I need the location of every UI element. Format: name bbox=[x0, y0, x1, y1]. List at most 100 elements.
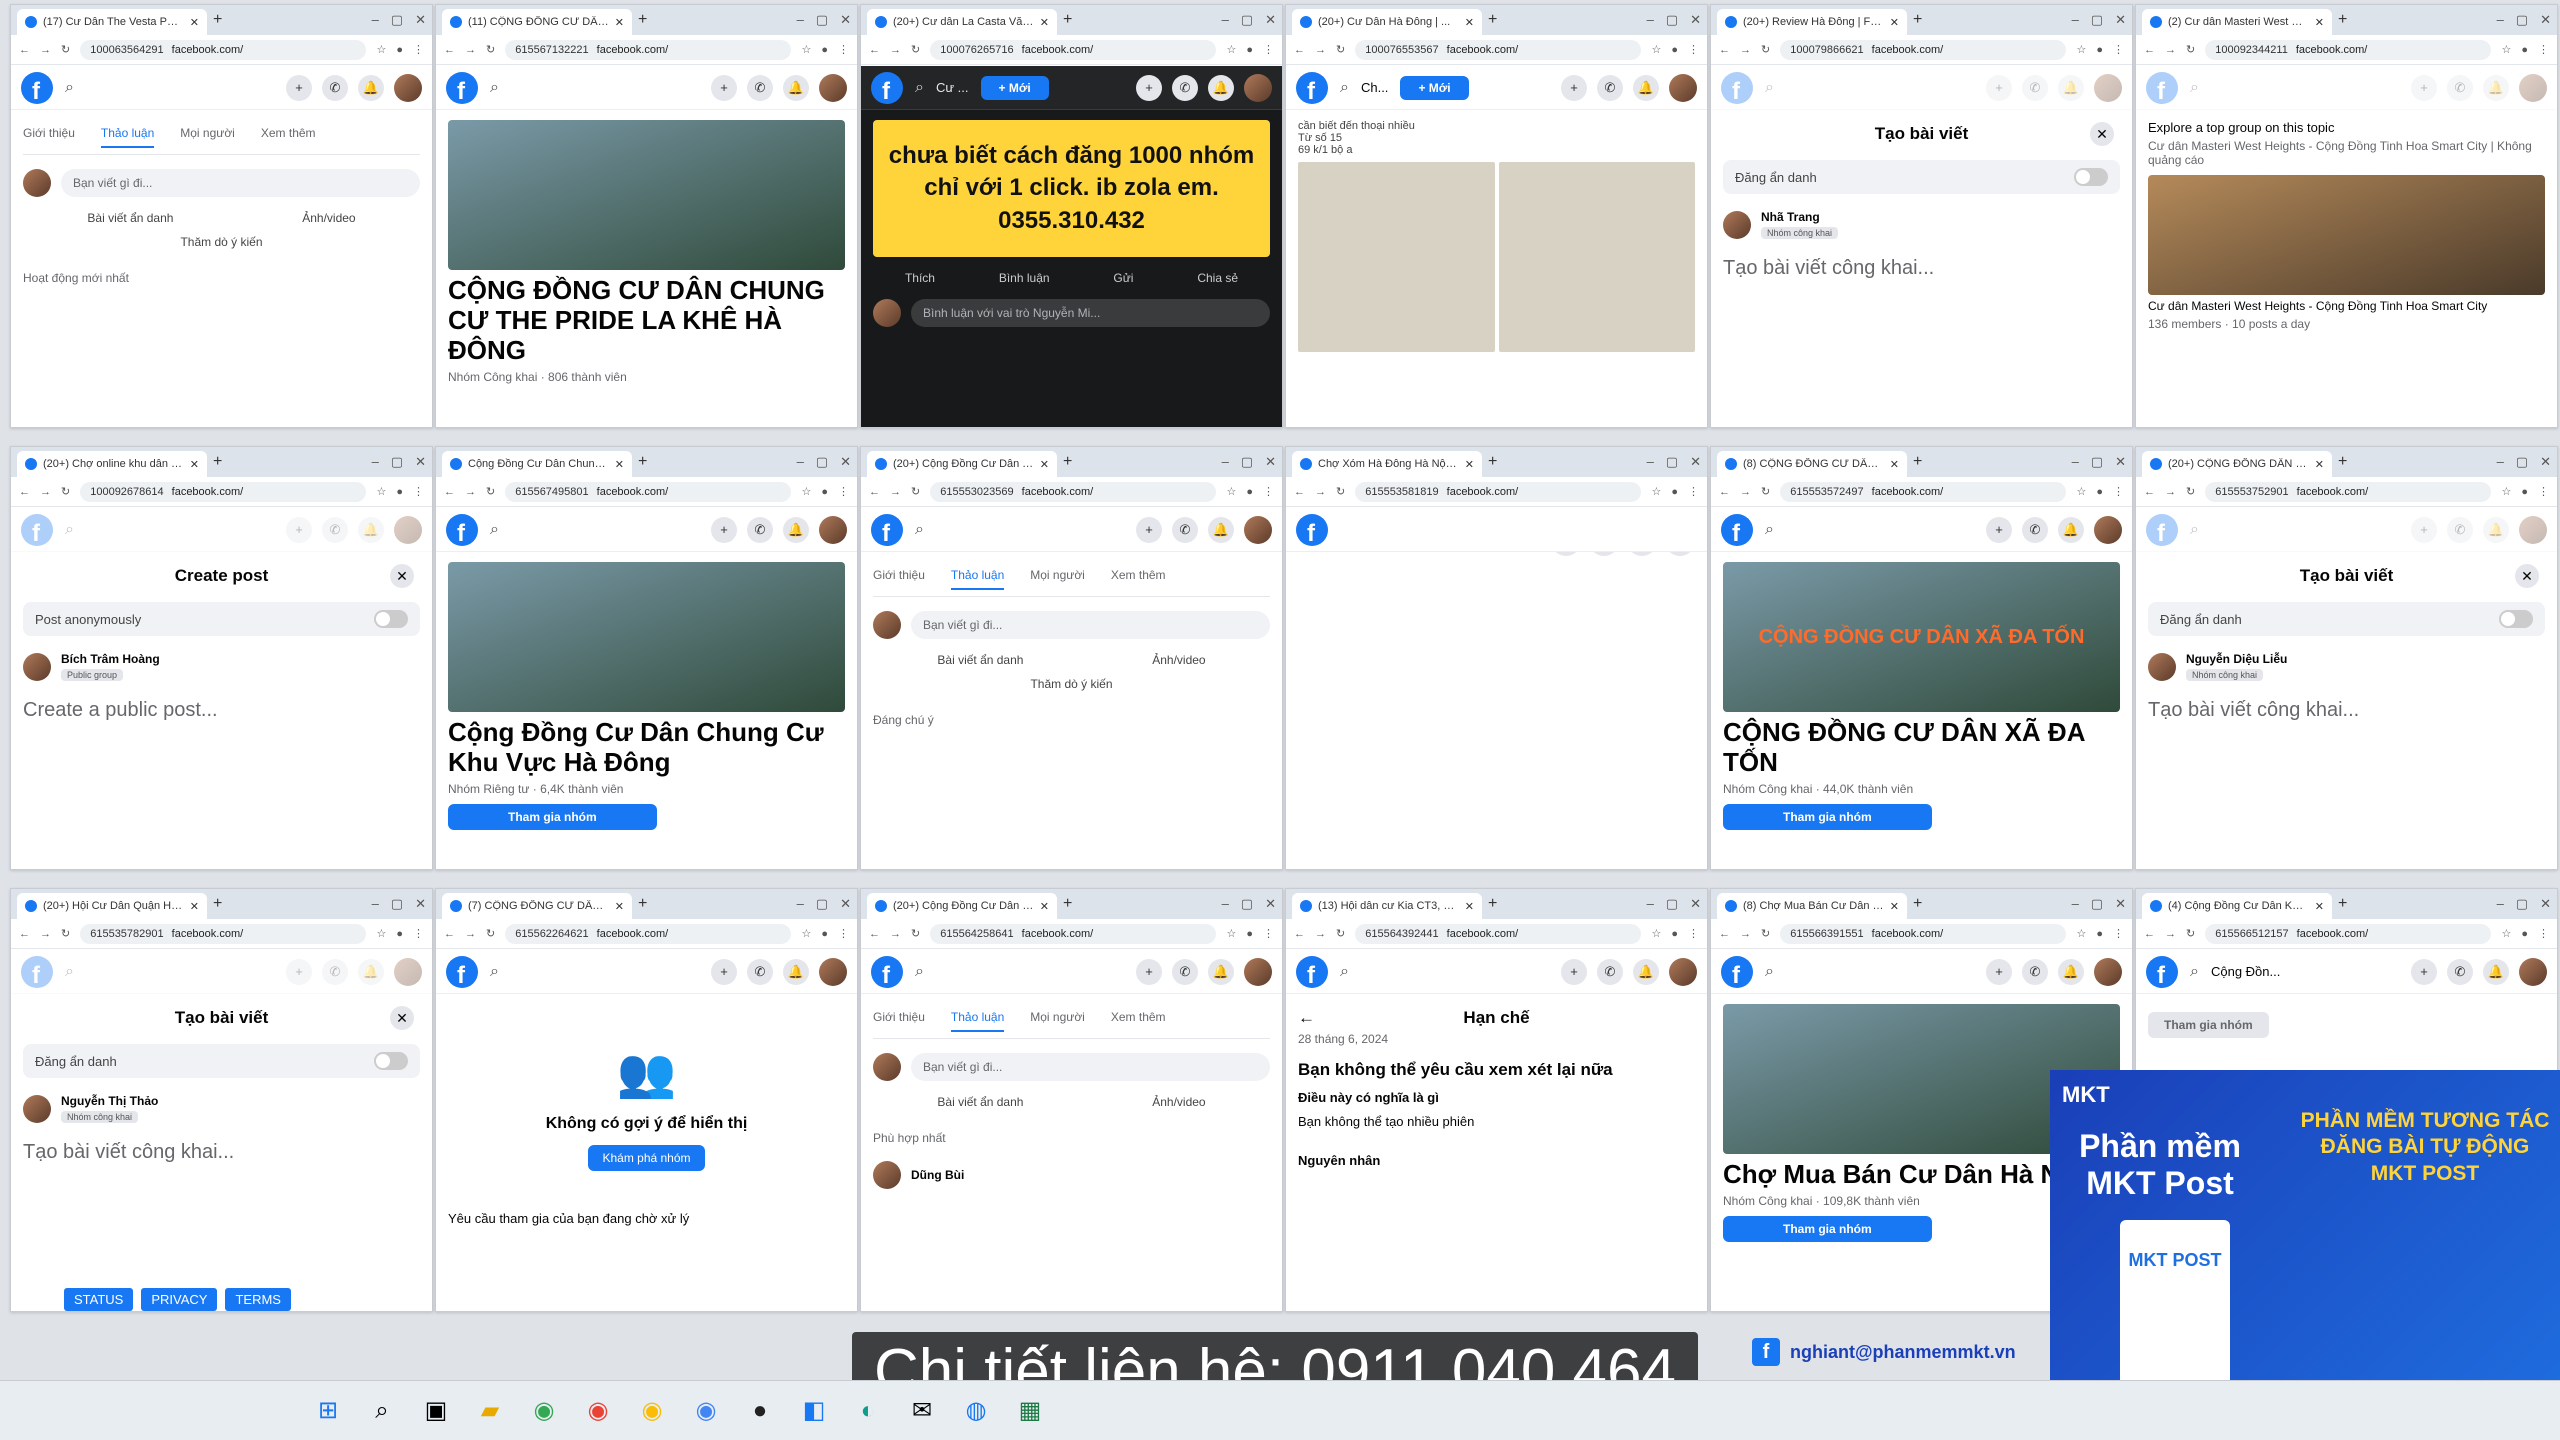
post-action-3[interactable]: Chia sẻ bbox=[1197, 271, 1238, 285]
close-window-icon[interactable]: ✕ bbox=[2540, 896, 2551, 912]
create-icon[interactable]: + bbox=[286, 516, 312, 543]
task-view-icon[interactable]: ▣ bbox=[418, 1393, 454, 1429]
reload-icon[interactable]: ↻ bbox=[61, 485, 70, 498]
back-icon[interactable]: ← bbox=[19, 486, 30, 498]
maximize-icon[interactable]: ▢ bbox=[1666, 896, 1678, 912]
avatar[interactable] bbox=[2519, 957, 2547, 986]
search-icon[interactable]: ⌕ bbox=[2190, 521, 2199, 539]
maximize-icon[interactable]: ▢ bbox=[2516, 12, 2528, 28]
facebook-logo-icon[interactable]: f bbox=[446, 71, 478, 104]
browser-tab[interactable]: (20+) Cư Dân Hà Đông | ... ✕ bbox=[1292, 9, 1482, 35]
forward-icon[interactable]: → bbox=[1315, 486, 1326, 498]
close-window-icon[interactable]: ✕ bbox=[2115, 12, 2126, 28]
back-icon[interactable]: ← bbox=[1294, 928, 1305, 940]
facebook-logo-icon[interactable]: f bbox=[1296, 955, 1328, 988]
url-field[interactable]: 615553023569 facebook.com/ bbox=[930, 481, 1217, 502]
bookmark-star-icon[interactable]: ☆ bbox=[2501, 485, 2511, 498]
close-tab-icon[interactable]: ✕ bbox=[190, 458, 199, 471]
edge-icon[interactable]: ◐ bbox=[850, 1393, 886, 1429]
profile-icon[interactable]: ● bbox=[396, 928, 403, 940]
forward-icon[interactable]: → bbox=[1740, 486, 1751, 498]
browser-tab[interactable]: (20+) Cộng Đồng Cư Dân Khu ✕ bbox=[867, 893, 1057, 919]
join-group-button[interactable]: Tham gia nhóm bbox=[2148, 1012, 2269, 1038]
maximize-icon[interactable]: ▢ bbox=[1666, 454, 1678, 470]
maximize-icon[interactable]: ▢ bbox=[1666, 12, 1678, 28]
avatar[interactable] bbox=[2094, 515, 2122, 544]
excel-icon[interactable]: ▦ bbox=[1012, 1393, 1048, 1429]
join-group-button[interactable]: Tham gia nhóm bbox=[1723, 1215, 1932, 1242]
maximize-icon[interactable]: ▢ bbox=[2091, 896, 2103, 912]
profile-icon[interactable]: ● bbox=[396, 44, 403, 56]
photo-video-button[interactable]: Ảnh/video bbox=[1152, 1095, 1205, 1109]
minimize-icon[interactable]: – bbox=[797, 896, 804, 912]
bookmark-star-icon[interactable]: ☆ bbox=[1651, 927, 1661, 940]
close-window-icon[interactable]: ✕ bbox=[415, 12, 426, 28]
bookmark-star-icon[interactable]: ☆ bbox=[376, 43, 386, 56]
back-icon[interactable]: ← bbox=[869, 44, 880, 56]
profile-icon[interactable]: ● bbox=[1671, 486, 1678, 498]
forward-icon[interactable]: → bbox=[890, 486, 901, 498]
store-icon[interactable]: ◧ bbox=[796, 1393, 832, 1429]
new-tab-icon[interactable]: + bbox=[1488, 453, 1497, 471]
close-tab-icon[interactable]: ✕ bbox=[1040, 900, 1049, 913]
close-icon[interactable]: ✕ bbox=[2090, 122, 2114, 146]
chrome-profile-2-icon[interactable]: ◉ bbox=[634, 1393, 670, 1429]
poll-button[interactable]: Thăm dò ý kiến bbox=[873, 677, 1270, 691]
new-post-button[interactable]: + Mới bbox=[980, 75, 1049, 100]
minimize-icon[interactable]: – bbox=[2072, 896, 2079, 912]
avatar[interactable] bbox=[819, 957, 847, 986]
tab-2[interactable]: Mọi người bbox=[180, 126, 235, 148]
facebook-logo-icon[interactable]: f bbox=[446, 955, 478, 988]
notifications-icon[interactable]: 🔔 bbox=[783, 74, 809, 101]
browser-tab[interactable]: (13) Hội dân cư Kia CT3, Xala ✕ bbox=[1292, 893, 1482, 919]
facebook-logo-icon[interactable]: f bbox=[1721, 955, 1753, 988]
menu-dots-icon[interactable]: ⋮ bbox=[2113, 927, 2124, 940]
notifications-icon[interactable]: 🔔 bbox=[1208, 516, 1234, 543]
minimize-icon[interactable]: – bbox=[2497, 12, 2504, 28]
close-window-icon[interactable]: ✕ bbox=[415, 454, 426, 470]
back-icon[interactable]: ← bbox=[1719, 44, 1730, 56]
minimize-icon[interactable]: – bbox=[797, 12, 804, 28]
browser-tab[interactable]: (20+) Cộng Đồng Cư Dân The ✕ bbox=[867, 451, 1057, 477]
browser-tab[interactable]: (20+) Chợ online khu dân cư Vă ✕ bbox=[17, 451, 207, 477]
post-composer[interactable]: Bạn viết gì đi... bbox=[23, 169, 420, 197]
minimize-icon[interactable]: – bbox=[1647, 896, 1654, 912]
photo-video-button[interactable]: Ảnh/video bbox=[1152, 653, 1205, 667]
anonymous-toggle[interactable] bbox=[374, 610, 408, 628]
facebook-logo-icon[interactable]: f bbox=[1296, 71, 1328, 104]
create-icon[interactable]: + bbox=[1136, 958, 1162, 985]
create-icon[interactable]: + bbox=[1986, 516, 2012, 543]
facebook-logo-icon[interactable]: f bbox=[871, 955, 903, 988]
bookmark-star-icon[interactable]: ☆ bbox=[801, 485, 811, 498]
facebook-logo-icon[interactable]: f bbox=[2146, 955, 2178, 988]
facebook-logo-icon[interactable]: f bbox=[21, 955, 53, 988]
search-icon[interactable]: ⌕ bbox=[1340, 963, 1349, 981]
bookmark-star-icon[interactable]: ☆ bbox=[2501, 43, 2511, 56]
post-textarea[interactable]: Tạo bài viết công khai... bbox=[23, 1141, 420, 1164]
create-icon[interactable]: + bbox=[1561, 74, 1587, 101]
close-tab-icon[interactable]: ✕ bbox=[1040, 458, 1049, 471]
facebook-logo-icon[interactable]: f bbox=[1721, 513, 1753, 546]
close-tab-icon[interactable]: ✕ bbox=[1465, 16, 1474, 29]
bookmark-star-icon[interactable]: ☆ bbox=[801, 927, 811, 940]
messenger-icon[interactable]: ✆ bbox=[1597, 74, 1623, 101]
tab-2[interactable]: Mọi người bbox=[1030, 568, 1085, 590]
search-icon[interactable]: ⌕ bbox=[364, 1393, 400, 1429]
browser-icon[interactable]: ◍ bbox=[958, 1393, 994, 1429]
back-icon[interactable]: ← bbox=[1294, 486, 1305, 498]
search-icon[interactable]: ⌕ bbox=[1765, 79, 1774, 97]
forward-icon[interactable]: → bbox=[1740, 44, 1751, 56]
avatar[interactable] bbox=[2094, 73, 2122, 102]
new-tab-icon[interactable]: + bbox=[638, 895, 647, 913]
close-window-icon[interactable]: ✕ bbox=[2540, 12, 2551, 28]
notifications-icon[interactable]: 🔔 bbox=[358, 516, 384, 543]
menu-dots-icon[interactable]: ⋮ bbox=[1263, 927, 1274, 940]
search-icon[interactable]: ⌕ bbox=[915, 521, 924, 539]
messenger-icon[interactable]: ✆ bbox=[322, 958, 348, 985]
maximize-icon[interactable]: ▢ bbox=[2091, 454, 2103, 470]
facebook-logo-icon[interactable]: f bbox=[1296, 513, 1328, 546]
avatar[interactable] bbox=[1669, 957, 1697, 986]
close-window-icon[interactable]: ✕ bbox=[415, 896, 426, 912]
post-textarea[interactable]: Tạo bài viết công khai... bbox=[2148, 699, 2545, 722]
close-window-icon[interactable]: ✕ bbox=[2540, 454, 2551, 470]
